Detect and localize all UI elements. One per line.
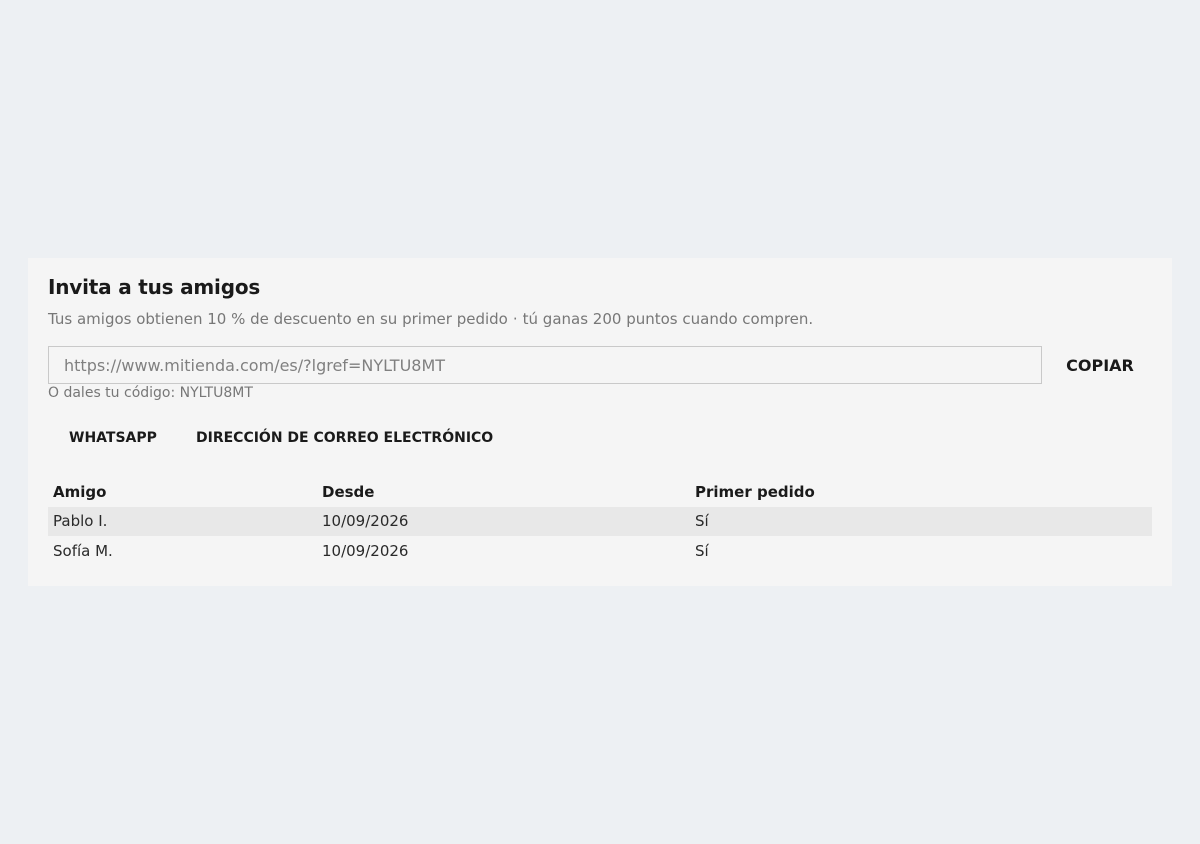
subtitle-discount-text: Tus amigos obtienen 10 % de descuento en… xyxy=(48,310,508,328)
referral-code-text: O dales tu código: NYLTU8MT xyxy=(48,385,253,401)
table-row: Pablo I. 10/09/2026 Sí xyxy=(48,507,1152,536)
column-header-primer-pedido: Primer pedido xyxy=(695,483,815,501)
subtitle-separator: · xyxy=(512,310,518,328)
referral-url-input[interactable] xyxy=(48,346,1042,384)
share-email-button[interactable]: DIRECCIÓN DE CORREO ELECTRÓNICO xyxy=(196,427,493,449)
invite-subtitle: Tus amigos obtienen 10 % de descuento en… xyxy=(48,310,813,328)
friend-since-cell: 10/09/2026 xyxy=(322,542,409,560)
friend-name-cell: Pablo I. xyxy=(53,512,108,530)
friend-name-cell: Sofía M. xyxy=(53,542,113,560)
column-header-desde: Desde xyxy=(322,483,375,501)
friend-since-cell: 10/09/2026 xyxy=(322,512,409,530)
table-header-row: Amigo Desde Primer pedido xyxy=(48,478,1152,507)
invite-title: Invita a tus amigos xyxy=(48,275,261,299)
copy-button[interactable]: COPIAR xyxy=(1058,351,1142,379)
share-whatsapp-button[interactable]: WHATSAPP xyxy=(69,427,157,449)
subtitle-points-text: tú ganas 200 puntos cuando compren. xyxy=(522,310,814,328)
friends-table: Amigo Desde Primer pedido Pablo I. 10/09… xyxy=(48,478,1152,566)
friend-first-order-cell: Sí xyxy=(695,512,709,530)
column-header-amigo: Amigo xyxy=(53,483,107,501)
invite-friends-card: Invita a tus amigos Tus amigos obtienen … xyxy=(28,258,1172,586)
table-row: Sofía M. 10/09/2026 Sí xyxy=(48,537,1152,566)
friend-first-order-cell: Sí xyxy=(695,542,709,560)
